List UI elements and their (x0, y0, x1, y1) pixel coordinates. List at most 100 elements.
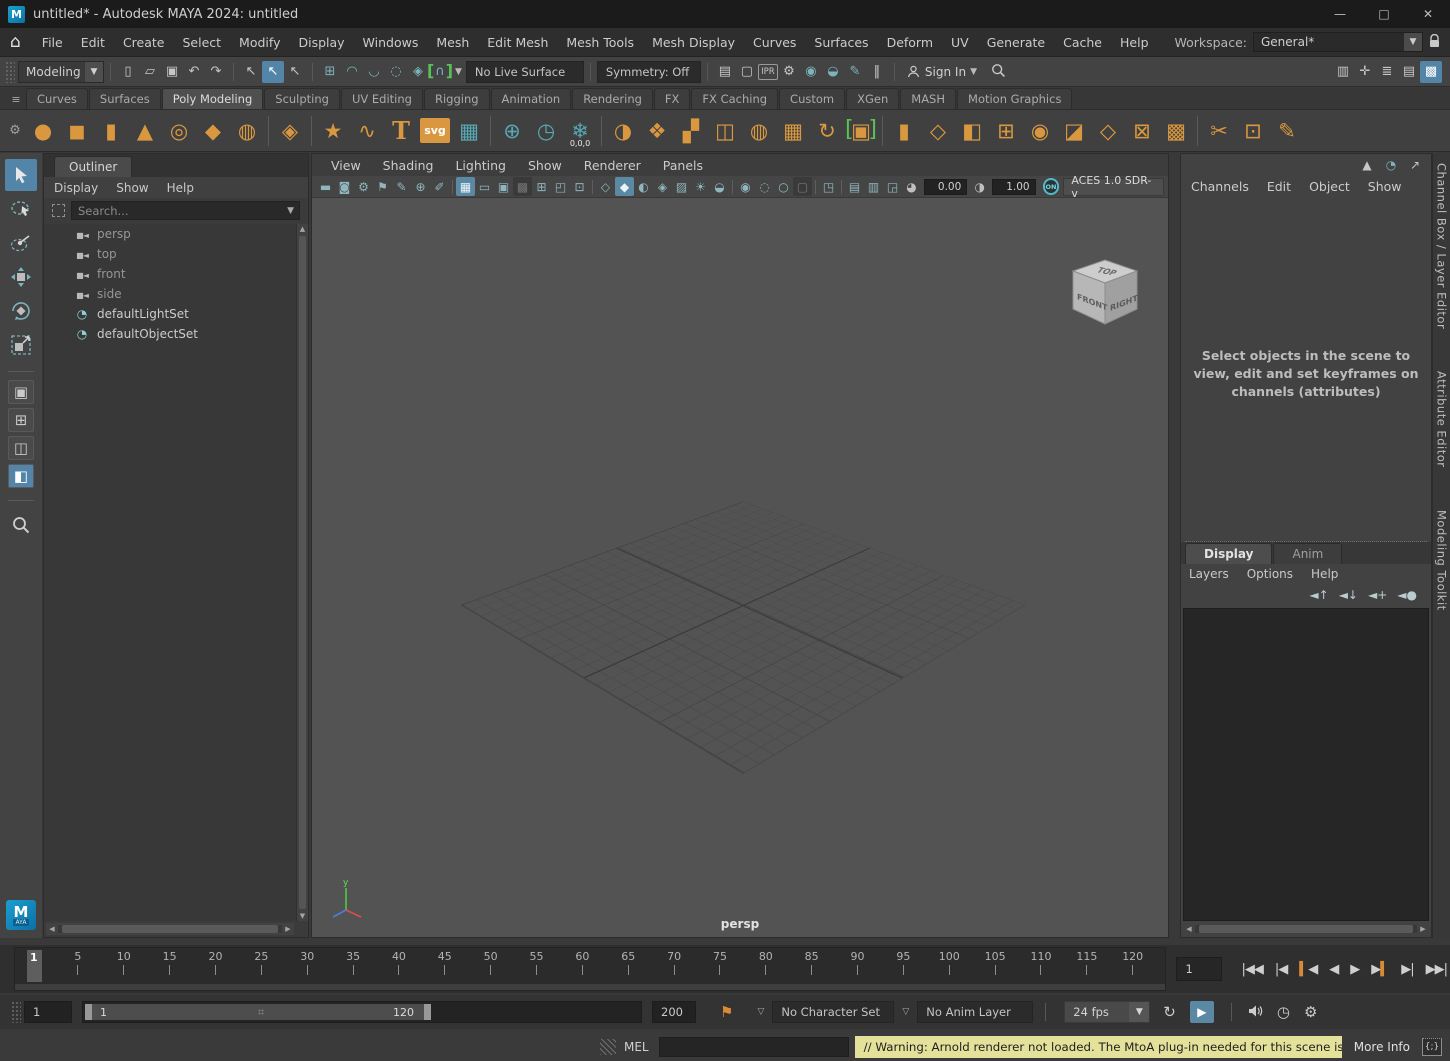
save-scene-icon[interactable]: ▣ (161, 61, 183, 83)
select-camera-icon[interactable]: ▬ (316, 177, 335, 196)
new-scene-icon[interactable]: ▯ (117, 61, 139, 83)
extrude-icon[interactable]: ◧ (955, 113, 989, 149)
spread-faces-icon[interactable]: ◇ (1091, 113, 1125, 149)
toolbar-grip[interactable] (5, 61, 15, 83)
snapshot-copy-icon[interactable]: ▤ (845, 177, 864, 196)
select-hierarchy-icon[interactable]: ↖ (240, 61, 262, 83)
chevron-down-icon[interactable]: ▼ (1129, 1002, 1149, 1022)
loop-playback-icon[interactable]: ↻ (1163, 1003, 1176, 1021)
layer-menu-help[interactable]: Help (1311, 567, 1338, 581)
edit-pivot-icon[interactable]: ▣ (844, 113, 878, 149)
modeling-toolkit-toggle-icon[interactable]: ▩ (1420, 61, 1442, 83)
shadows-icon[interactable]: ◒ (710, 177, 729, 196)
lock-icon[interactable] (1429, 34, 1440, 51)
create-empty-layer-icon[interactable]: ◄+ (1368, 588, 1387, 602)
time-slider[interactable]: 1 51015202530354045505560657075808590951… (14, 947, 1166, 991)
shelf-tab-sculpting[interactable]: Sculpting (264, 88, 340, 109)
vp-separator[interactable] (838, 177, 845, 196)
layer-tab-display[interactable]: Display (1185, 543, 1272, 564)
outliner-node-front[interactable]: front (44, 264, 296, 284)
shelf-separator[interactable] (486, 113, 495, 149)
shelf-separator[interactable] (878, 113, 887, 149)
lattice-icon[interactable]: ⊠ (1125, 113, 1159, 149)
shelf-tab-custom[interactable]: Custom (779, 88, 845, 109)
playblast-icon[interactable]: ▶ (1190, 1001, 1214, 1023)
gamma-icon[interactable]: ◑ (970, 177, 989, 196)
outliner-persp-layout-button[interactable]: ◧ (8, 464, 34, 488)
scroll-right-icon[interactable]: ▶ (282, 925, 294, 933)
smooth-icon[interactable]: ◍ (742, 113, 776, 149)
mute-audio-icon[interactable] (1248, 1004, 1264, 1021)
shelf-tab-mash[interactable]: MASH (900, 88, 956, 109)
remesh-icon[interactable]: ▦ (776, 113, 810, 149)
symmetry-field[interactable]: Symmetry: Off (597, 61, 701, 83)
two-pane-layout-button[interactable]: ◫ (8, 436, 34, 460)
shelf-tab-surfaces[interactable]: Surfaces (89, 88, 161, 109)
snapshot-paste-icon[interactable]: ▥ (864, 177, 883, 196)
grease-pencil-icon[interactable]: ✎ (392, 177, 411, 196)
viewport-menu-view[interactable]: View (322, 158, 370, 173)
sweep-mesh-icon[interactable]: ★ (316, 113, 350, 149)
booleans-icon[interactable]: ◑ (606, 113, 640, 149)
cut-faces-icon[interactable]: ◪ (1057, 113, 1091, 149)
scroll-left-icon[interactable]: ◀ (1183, 925, 1195, 933)
menu-uv[interactable]: UV (942, 35, 978, 50)
outliner-node-top[interactable]: top (44, 244, 296, 264)
channel-graph-icon[interactable]: ↗ (1407, 157, 1423, 173)
select-tool[interactable] (5, 159, 37, 191)
menu-deform[interactable]: Deform (878, 35, 942, 50)
anim-layer-select[interactable]: No Anim Layer (917, 1001, 1033, 1023)
editor-layout-toggle-icon[interactable]: ▤ (1398, 61, 1420, 83)
maya-logo-badge[interactable]: M AYA (6, 900, 36, 930)
select-object-icon[interactable]: ↖ (262, 61, 284, 83)
step-forward-key-button[interactable]: ▶ (1368, 960, 1392, 979)
shelf-separator[interactable] (1193, 113, 1202, 149)
shelf-tab-poly-modeling[interactable]: Poly Modeling (162, 88, 264, 109)
channel-box-menu-object[interactable]: Object (1309, 179, 1350, 194)
center-pivot-icon[interactable]: ⊕ (495, 113, 529, 149)
outliner-tab[interactable]: Outliner (54, 156, 132, 177)
vp-separator[interactable] (589, 177, 596, 196)
layer-list-area[interactable] (1183, 608, 1429, 921)
layer-tab-anim[interactable]: Anim (1273, 543, 1342, 564)
svg-tool-icon[interactable] (418, 113, 452, 149)
paint-selection-tool[interactable] (5, 227, 37, 259)
delete-history-icon[interactable]: ◷ (529, 113, 563, 149)
character-set-select[interactable]: No Character Set (772, 1001, 894, 1023)
ipr-render-icon[interactable]: IPR (758, 64, 778, 80)
curve-ribbon-icon[interactable]: ∿ (350, 113, 384, 149)
smooth-shade-icon[interactable]: ◆ (615, 177, 634, 196)
viewport-canvas[interactable]: TOP FRONT RIGHT y persp (312, 198, 1168, 937)
grid-toggle-icon[interactable]: ▦ (456, 177, 475, 196)
menu-set-select[interactable]: Modeling ▼ (18, 61, 104, 83)
channel-box-toggle-icon[interactable]: ≣ (1376, 61, 1398, 83)
snap-to-curves-icon[interactable]: ◠ (341, 61, 363, 83)
lasso-tool[interactable] (5, 193, 37, 225)
shelf-tab-uv-editing[interactable]: UV Editing (341, 88, 423, 109)
layer-menu-options[interactable]: Options (1247, 567, 1293, 581)
home-icon[interactable]: ⌂ (10, 32, 21, 52)
sign-in-button[interactable]: Sign In ▼ (901, 61, 987, 83)
outliner-node-defaultlightset[interactable]: defaultLightSet (44, 304, 296, 324)
step-forward-frame-button[interactable]: ▶| (1398, 960, 1416, 979)
exposure-icon[interactable]: ◕ (902, 177, 921, 196)
tool-settings-toggle-icon[interactable]: ✛ (1354, 61, 1376, 83)
menu-edit[interactable]: Edit (72, 35, 114, 50)
snap-to-projected-center-icon[interactable]: ◌ (385, 61, 407, 83)
combine-icon[interactable]: ❖ (640, 113, 674, 149)
shelf-menu-icon[interactable]: ≡ (6, 93, 26, 106)
lighting-icon[interactable]: ☀ (691, 177, 710, 196)
shelf-tab-xgen[interactable]: XGen (846, 88, 899, 109)
menu-windows[interactable]: Windows (354, 35, 428, 50)
multi-cut-icon[interactable]: ✂ (1202, 113, 1236, 149)
shelf-tab-motion-graphics[interactable]: Motion Graphics (957, 88, 1072, 109)
script-editor-icon[interactable]: {;} (1422, 1038, 1442, 1056)
viewport-menu-lighting[interactable]: Lighting (446, 158, 515, 173)
command-language-toggle[interactable]: MEL (624, 1040, 649, 1054)
go-to-start-button[interactable]: |◀◀ (1238, 960, 1265, 979)
view-cube[interactable]: TOP FRONT RIGHT (1066, 254, 1144, 339)
outliner-menu-help[interactable]: Help (167, 181, 194, 195)
sculpt-mesh-icon[interactable]: ◉ (1023, 113, 1057, 149)
sidebar-tab-attribute-editor[interactable]: Attribute Editor (1435, 371, 1449, 467)
quad-draw-icon[interactable]: ✎ (1270, 113, 1304, 149)
